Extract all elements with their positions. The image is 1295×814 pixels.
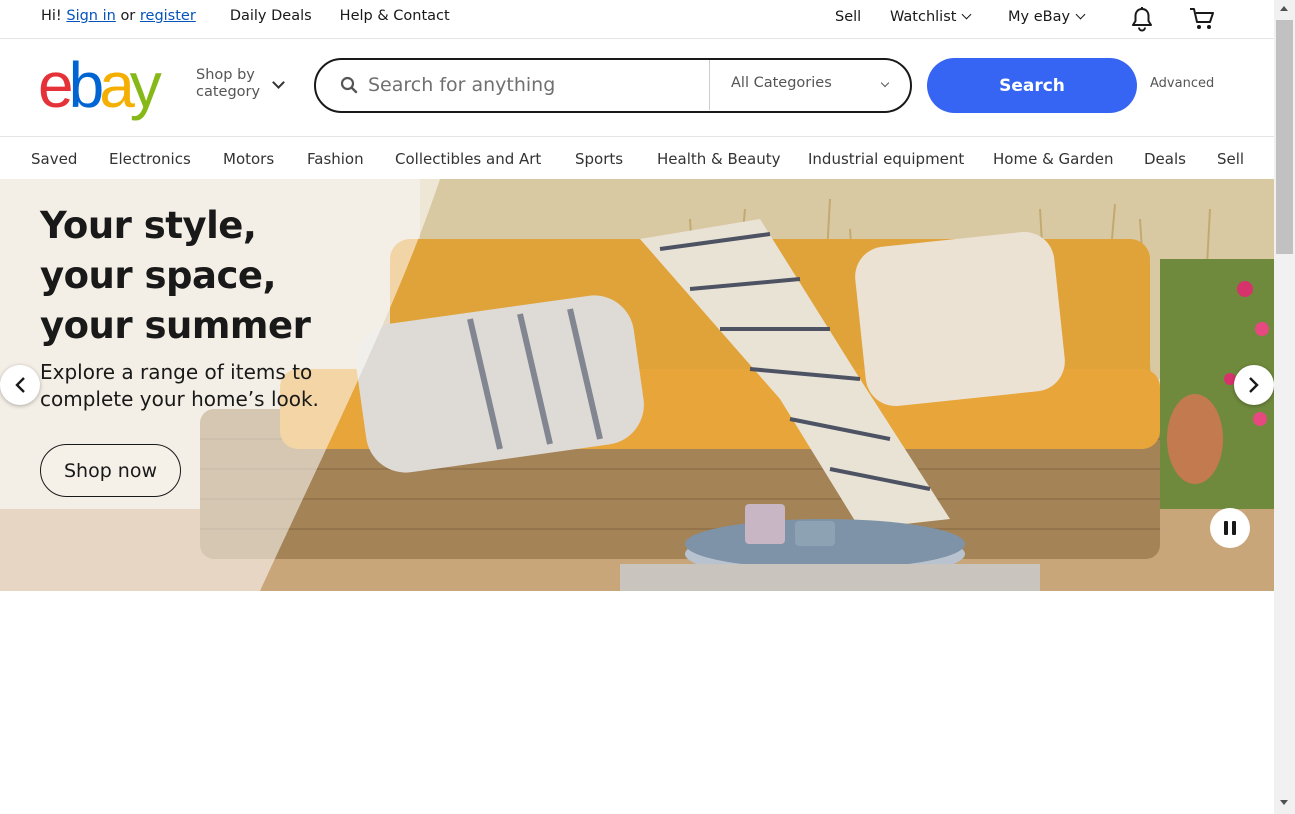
watchlist-label: Watchlist — [890, 9, 957, 25]
carousel-next-button[interactable] — [1234, 365, 1274, 405]
logo-letter: y — [129, 49, 162, 121]
category-nav: Saved Electronics Motors Fashion Collect… — [0, 137, 1274, 179]
nav-item-saved[interactable]: Saved — [31, 150, 77, 168]
nav-item-motors[interactable]: Motors — [223, 150, 274, 168]
advanced-search-link[interactable]: Advanced — [1150, 76, 1214, 91]
search-bar: All Categories — [314, 58, 912, 113]
logo-letter: a — [99, 49, 135, 121]
hero-banner[interactable]: Your style, your space, your summer Expl… — [0, 179, 1274, 591]
category-select[interactable]: All Categories — [731, 75, 832, 91]
daily-deals-link[interactable]: Daily Deals — [230, 8, 312, 24]
logo-letter: b — [68, 49, 105, 121]
header: ebay Shop by category All Categories Sea… — [0, 39, 1274, 137]
scroll-thumb[interactable] — [1276, 20, 1293, 254]
help-contact-link[interactable]: Help & Contact — [340, 8, 450, 24]
search-input[interactable] — [368, 72, 698, 98]
ebay-logo[interactable]: ebay — [38, 49, 162, 121]
nav-item-deals[interactable]: Deals — [1144, 150, 1186, 168]
utility-bar: Hi! Sign in or register Daily Deals Help… — [0, 0, 1274, 39]
chevron-down-icon — [962, 9, 972, 20]
nav-item-fashion[interactable]: Fashion — [307, 150, 364, 168]
my-ebay-menu[interactable]: My eBay — [1008, 9, 1086, 25]
notification-bell-icon[interactable] — [1130, 6, 1154, 36]
carousel-pause-button[interactable] — [1210, 508, 1250, 548]
watchlist-menu[interactable]: Watchlist — [890, 9, 972, 25]
nav-item-health-beauty[interactable]: Health & Beauty — [657, 150, 780, 168]
pause-icon — [1232, 521, 1236, 535]
hero-subtitle: Explore a range of items to complete you… — [40, 360, 319, 411]
nav-item-sports[interactable]: Sports — [575, 150, 623, 168]
chevron-left-icon — [15, 377, 25, 393]
shop-by-line2: category — [196, 84, 261, 100]
shop-by-category-button[interactable]: Shop by category — [196, 67, 260, 101]
search-button[interactable]: Search — [927, 58, 1137, 113]
scroll-up-arrow-icon[interactable] — [1280, 6, 1288, 11]
nav-item-sell[interactable]: Sell — [1217, 150, 1244, 168]
shop-now-button[interactable]: Shop now — [40, 444, 181, 497]
hero-title: Your style, your space, your summer — [40, 204, 311, 347]
shop-by-line1: Shop by — [196, 67, 255, 83]
page-scrollbar[interactable] — [1274, 0, 1295, 814]
nav-item-electronics[interactable]: Electronics — [109, 150, 191, 168]
divider — [709, 60, 710, 110]
search-icon — [340, 76, 358, 94]
sign-in-link[interactable]: Sign in — [66, 8, 115, 24]
nav-item-home-garden[interactable]: Home & Garden — [993, 150, 1114, 168]
my-ebay-label: My eBay — [1008, 9, 1071, 25]
cart-icon[interactable] — [1188, 6, 1216, 36]
chevron-down-icon[interactable] — [272, 76, 285, 89]
pause-icon — [1224, 521, 1228, 535]
nav-item-collectibles[interactable]: Collectibles and Art — [395, 150, 541, 168]
sell-link[interactable]: Sell — [835, 9, 861, 25]
logo-letter: e — [38, 49, 74, 121]
register-link[interactable]: register — [140, 8, 196, 24]
chevron-down-icon — [1075, 9, 1086, 20]
greeting-text: Hi! — [41, 8, 62, 24]
carousel-prev-button[interactable] — [0, 365, 40, 405]
chevron-right-icon — [1249, 377, 1259, 393]
or-text: or — [120, 8, 136, 24]
chevron-down-icon[interactable] — [880, 78, 890, 88]
greeting-area: Hi! Sign in or register Daily Deals Help… — [41, 8, 450, 24]
nav-item-industrial[interactable]: Industrial equipment — [808, 150, 964, 168]
scroll-down-arrow-icon[interactable] — [1280, 800, 1288, 805]
